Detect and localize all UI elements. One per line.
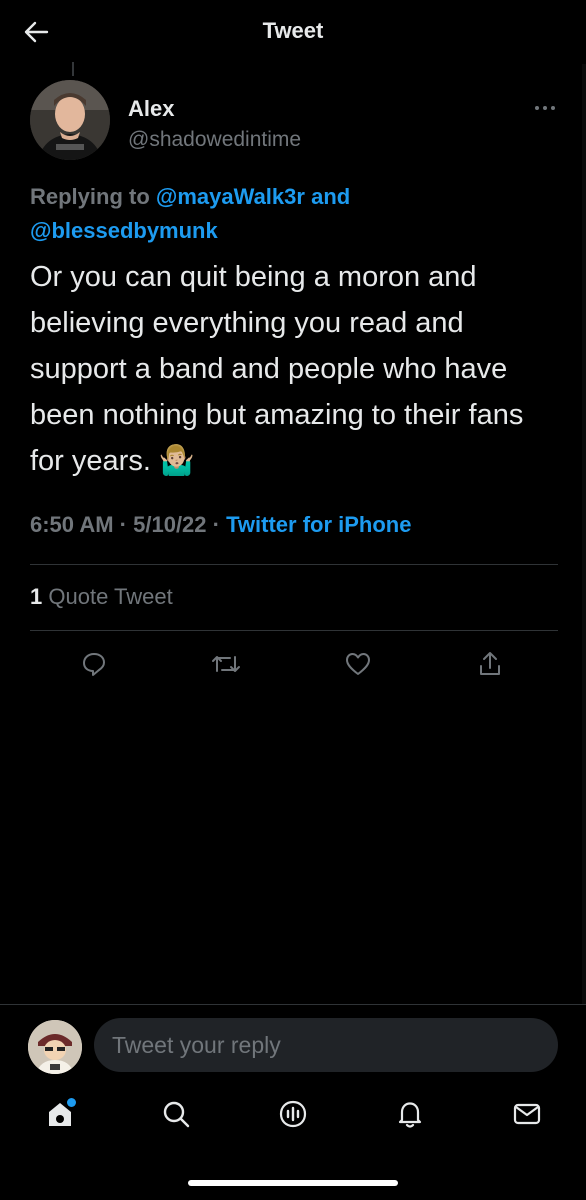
more-dots-icon xyxy=(535,106,555,110)
thread-connector-line xyxy=(72,62,74,76)
reply-input[interactable]: Tweet your reply xyxy=(94,1018,558,1072)
bottom-tab-bar xyxy=(0,1094,586,1140)
retweet-button[interactable] xyxy=(210,648,242,680)
tab-search[interactable] xyxy=(156,1094,196,1134)
quote-label: Quote Tweet xyxy=(48,584,173,609)
search-icon xyxy=(163,1101,190,1128)
notification-dot xyxy=(67,1098,76,1107)
replying-prefix: Replying to xyxy=(30,184,150,209)
my-avatar[interactable] xyxy=(28,1020,82,1074)
meta-separator: · xyxy=(119,512,127,537)
quote-count: 1 xyxy=(30,584,43,609)
share-button[interactable] xyxy=(474,648,506,680)
divider xyxy=(0,1004,586,1005)
divider xyxy=(30,564,558,565)
tab-notifications[interactable] xyxy=(390,1094,430,1134)
notifications-icon xyxy=(398,1102,422,1128)
home-indicator xyxy=(188,1180,398,1186)
tab-home[interactable] xyxy=(40,1094,80,1134)
author-avatar[interactable] xyxy=(30,80,110,160)
tab-messages[interactable] xyxy=(507,1094,547,1134)
replying-joiner: and xyxy=(311,184,351,209)
more-options-button[interactable] xyxy=(530,96,560,120)
share-icon xyxy=(480,652,500,675)
top-bar: Tweet xyxy=(0,0,586,64)
author-name[interactable]: Alex xyxy=(128,96,174,122)
tweet-date[interactable]: 5/10/22 xyxy=(133,512,206,537)
messages-icon xyxy=(513,1103,541,1125)
page-title: Tweet xyxy=(262,18,324,43)
scroll-track xyxy=(582,64,586,1004)
quote-tweet-count[interactable]: 1 Quote Tweet xyxy=(30,584,173,610)
reply-icon xyxy=(83,653,105,676)
tweet-actions-bar xyxy=(0,648,586,684)
meta-separator: · xyxy=(212,512,220,537)
like-button[interactable] xyxy=(342,648,374,680)
tweet-text: Or you can quit being a moron and believ… xyxy=(30,261,524,477)
author-handle[interactable]: @shadowedintime xyxy=(128,128,301,152)
tweet-source-link[interactable]: Twitter for iPhone xyxy=(226,512,411,537)
mention-link[interactable]: @blessedbymunk xyxy=(30,218,218,243)
retweet-icon xyxy=(212,656,240,672)
replying-to-line: Replying to @mayaWalk3r and @blessedbymu… xyxy=(30,180,560,248)
tweet-time[interactable]: 6:50 AM xyxy=(30,512,114,537)
spaces-icon xyxy=(279,1100,307,1128)
tab-spaces[interactable] xyxy=(273,1094,313,1134)
reply-button[interactable] xyxy=(78,648,110,680)
mention-link[interactable]: @mayaWalk3r xyxy=(156,184,305,209)
divider xyxy=(30,630,558,631)
tweet-metadata: 6:50 AM · 5/10/22 · Twitter for iPhone xyxy=(30,512,411,538)
heart-icon xyxy=(346,653,370,675)
